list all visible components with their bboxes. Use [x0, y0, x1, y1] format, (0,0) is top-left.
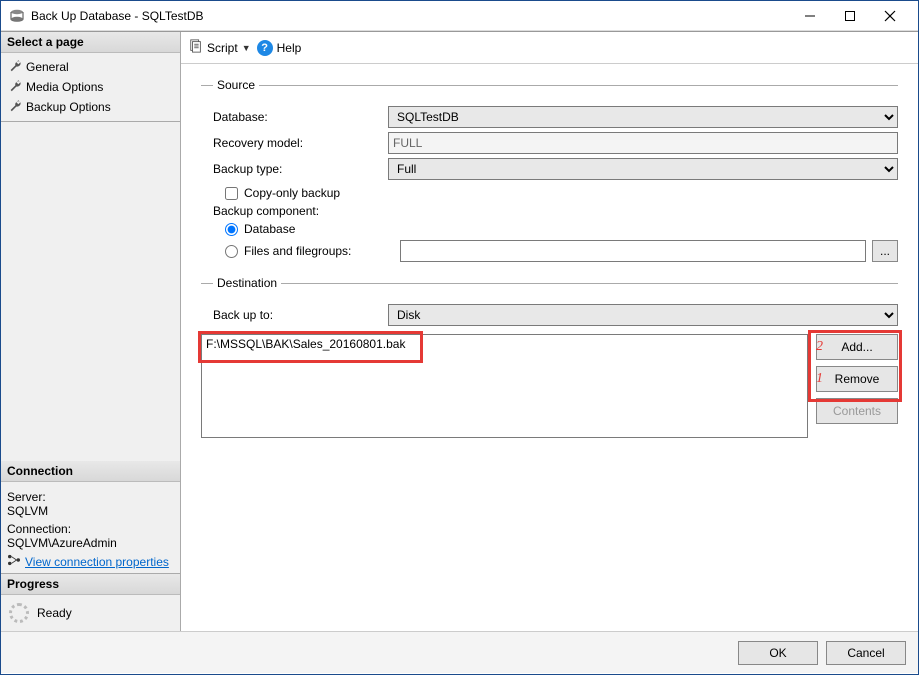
progress-section: Progress Ready: [1, 574, 180, 631]
connection-section: Connection Server: SQLVM Connection: SQL…: [1, 461, 180, 574]
script-label: Script: [207, 41, 238, 55]
remove-button[interactable]: Remove: [816, 366, 898, 392]
titlebar: Back Up Database - SQLTestDB: [1, 1, 918, 31]
filegroups-radio[interactable]: [225, 245, 238, 258]
backup-to-label: Back up to:: [213, 308, 388, 322]
source-legend: Source: [213, 78, 259, 92]
copy-only-label: Copy-only backup: [244, 186, 340, 200]
backup-type-select[interactable]: Full: [388, 158, 898, 180]
backup-component-label: Backup component:: [213, 204, 898, 218]
ok-button[interactable]: OK: [738, 641, 818, 665]
page-label: General: [26, 60, 69, 74]
backup-to-select[interactable]: Disk: [388, 304, 898, 326]
window-controls: [790, 2, 910, 30]
database-radio[interactable]: [225, 223, 238, 236]
connection-icon: [7, 554, 21, 569]
page-item-general[interactable]: General: [7, 57, 174, 77]
close-button[interactable]: [870, 2, 910, 30]
progress-header: Progress: [1, 574, 180, 595]
destination-item[interactable]: F:\MSSQL\BAK\Sales_20160801.bak: [202, 335, 807, 353]
main-area: Select a page General Media Options Back…: [1, 31, 918, 631]
view-connection-label: View connection properties: [25, 555, 169, 569]
dialog-button-bar: OK Cancel: [1, 631, 918, 673]
connection-header: Connection: [1, 461, 180, 482]
database-select[interactable]: SQLTestDB: [388, 106, 898, 128]
wrench-icon: [9, 59, 22, 75]
chevron-down-icon: ▼: [242, 43, 251, 53]
destination-legend: Destination: [213, 276, 281, 290]
help-label: Help: [277, 41, 302, 55]
source-group: Source Database: SQLTestDB Recovery mode…: [201, 78, 898, 272]
window-title: Back Up Database - SQLTestDB: [31, 9, 790, 23]
connection-value: SQLVM\AzureAdmin: [7, 536, 174, 550]
page-item-backup-options[interactable]: Backup Options: [7, 97, 174, 117]
help-button[interactable]: ? Help: [257, 40, 302, 56]
backup-type-label: Backup type:: [213, 162, 388, 176]
content-panel: Script ▼ ? Help Source Database: SQLTest…: [181, 32, 918, 631]
database-label: Database:: [213, 110, 388, 124]
database-icon: [9, 8, 25, 24]
page-label: Backup Options: [26, 100, 111, 114]
select-page-section: Select a page General Media Options Back…: [1, 32, 180, 122]
cancel-button[interactable]: Cancel: [826, 641, 906, 665]
destination-group: Destination Back up to: Disk F:\MSSQL\BA…: [201, 276, 898, 444]
help-icon: ?: [257, 40, 273, 56]
filegroups-radio-label: Files and filegroups:: [244, 244, 394, 258]
recovery-model-field: [388, 132, 898, 154]
script-icon: [189, 39, 203, 56]
connection-label: Connection:: [7, 522, 174, 536]
page-item-media-options[interactable]: Media Options: [7, 77, 174, 97]
form-area: Source Database: SQLTestDB Recovery mode…: [181, 64, 918, 631]
contents-button: Contents: [816, 398, 898, 424]
filegroups-field[interactable]: [400, 240, 866, 262]
wrench-icon: [9, 79, 22, 95]
progress-status: Ready: [37, 606, 72, 620]
page-label: Media Options: [26, 80, 103, 94]
server-value: SQLVM: [7, 504, 174, 518]
wrench-icon: [9, 99, 22, 115]
server-label: Server:: [7, 490, 174, 504]
copy-only-checkbox[interactable]: [225, 187, 238, 200]
progress-spinner-icon: [9, 603, 29, 623]
add-button[interactable]: Add...: [816, 334, 898, 360]
minimize-button[interactable]: [790, 2, 830, 30]
recovery-model-label: Recovery model:: [213, 136, 388, 150]
content-toolbar: Script ▼ ? Help: [181, 32, 918, 64]
destination-list[interactable]: F:\MSSQL\BAK\Sales_20160801.bak: [201, 334, 808, 438]
maximize-button[interactable]: [830, 2, 870, 30]
script-button[interactable]: Script ▼: [189, 39, 251, 56]
database-radio-label: Database: [244, 222, 295, 236]
select-page-header: Select a page: [1, 32, 180, 53]
filegroups-browse-button[interactable]: ...: [872, 240, 898, 262]
view-connection-properties-link[interactable]: View connection properties: [7, 554, 174, 569]
sidebar: Select a page General Media Options Back…: [1, 32, 181, 631]
